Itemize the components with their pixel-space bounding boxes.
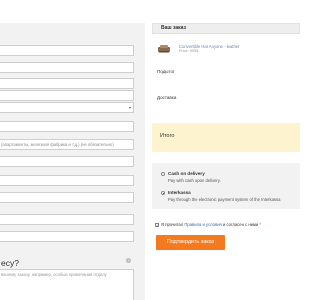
total-label: Итого — [160, 133, 175, 139]
chevron-down-icon: ▾ — [128, 105, 131, 110]
terms-suffix: и согласен с ними — [223, 222, 259, 227]
additional-info-heading: есу? — [1, 258, 19, 268]
payment-methods-box — [152, 163, 300, 209]
payment-title-interkassa: Interkassa — [168, 190, 191, 195]
address-line-2-field[interactable]: (апартаменты, железная фабрика и т.д.) (… — [0, 139, 134, 150]
payment-radio-interkassa[interactable] — [161, 191, 165, 195]
product-thumbnail — [158, 45, 170, 53]
order-summary-title: Ваш заказ — [152, 23, 300, 34]
billing-field-1[interactable] — [0, 45, 134, 56]
terms-link[interactable]: Правила и условия — [184, 222, 221, 227]
billing-field-10[interactable] — [0, 192, 134, 203]
billing-field-9[interactable] — [0, 175, 134, 186]
billing-field-4[interactable] — [0, 90, 134, 101]
terms-prefix: Я прочитал — [161, 222, 184, 227]
product-price: Price: 999$ — [179, 49, 199, 53]
billing-field-12[interactable] — [0, 231, 134, 242]
order-comments-textarea[interactable]: вашему заказу, например, особые примечан… — [0, 269, 134, 300]
required-mark: * — [259, 222, 262, 227]
delivery-label: Доставка — [157, 95, 177, 100]
subtotal-label: Подытог — [157, 69, 175, 74]
confirm-order-button[interactable]: Подтвердить заказ — [156, 235, 225, 250]
terms-text: Я прочитал Правила и условия и согласен … — [161, 222, 261, 227]
payment-desc-interkassa: Pay through the electronic payment syste… — [168, 197, 281, 202]
billing-field-8[interactable] — [0, 156, 134, 167]
billing-form-panel: ▾ (апартаменты, железная фабрика и т.д.)… — [0, 23, 145, 300]
payment-desc-cod: Pay with cash upon delivery. — [168, 178, 221, 183]
billing-field-11[interactable] — [0, 214, 134, 225]
billing-field-2[interactable] — [0, 62, 134, 73]
payment-title-cod: Cash on delivery — [168, 171, 205, 176]
billing-field-6[interactable] — [0, 121, 134, 132]
payment-radio-cod[interactable] — [161, 172, 165, 176]
country-select[interactable]: ▾ — [0, 102, 134, 113]
terms-checkbox[interactable]: ✓ — [155, 223, 159, 228]
billing-field-3[interactable] — [0, 78, 134, 89]
order-summary-panel: Ваш заказ — [152, 23, 300, 300]
help-icon[interactable]: ? — [126, 258, 131, 263]
